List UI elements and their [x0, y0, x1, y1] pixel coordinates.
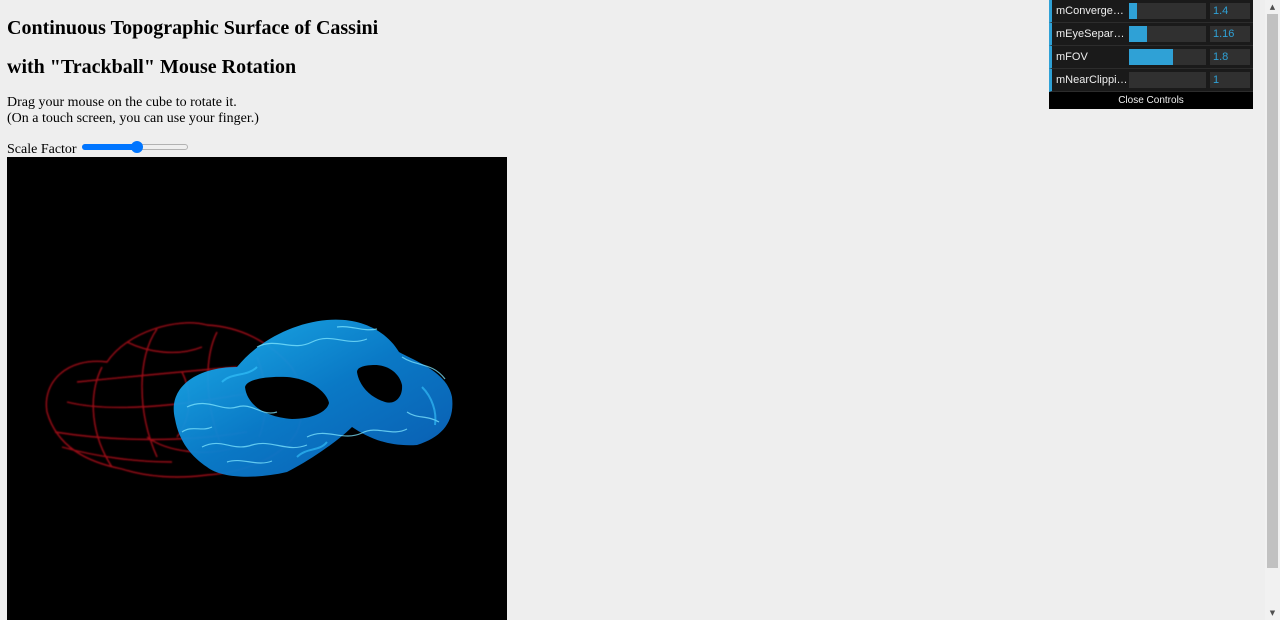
gui-label-convergence: mConvergence [1056, 5, 1128, 17]
stereo-surface-render [45, 319, 453, 478]
touch-instruction-text: (On a touch screen, you can use your fin… [7, 111, 259, 126]
gui-slider-fill [1129, 26, 1147, 42]
controls-panel: mConvergence mEyeSeparation mFOV mNearCl… [1049, 0, 1253, 109]
page-scrollbar[interactable]: ▲ ▼ [1265, 0, 1280, 620]
gui-slider-eye-separation[interactable] [1129, 26, 1206, 42]
gui-slider-fill [1129, 3, 1137, 19]
scrollbar-thumb[interactable] [1267, 14, 1278, 568]
gui-slider-fill [1129, 49, 1173, 65]
gui-input-near-clipping-distance[interactable] [1210, 72, 1250, 88]
scroll-up-arrow-icon[interactable]: ▲ [1265, 0, 1280, 14]
right-eye-surface [173, 319, 453, 477]
gui-row-near-clipping-distance: mNearClippingDistance [1049, 69, 1253, 92]
webgl-canvas[interactable] [7, 157, 507, 620]
scale-factor-slider-fill [81, 144, 137, 150]
instruction-text: Drag your mouse on the cube to rotate it… [7, 95, 237, 110]
gui-label-eye-separation: mEyeSeparation [1056, 28, 1128, 40]
scroll-down-arrow-icon[interactable]: ▼ [1265, 606, 1280, 620]
gui-slider-near-clipping-distance[interactable] [1129, 72, 1206, 88]
gui-row-fov: mFOV [1049, 46, 1253, 69]
scale-factor-slider-thumb[interactable] [130, 141, 143, 153]
gui-label-fov: mFOV [1056, 51, 1088, 63]
gui-row-convergence: mConvergence [1049, 0, 1253, 23]
gui-row-eye-separation: mEyeSeparation [1049, 23, 1253, 46]
gui-input-fov[interactable] [1210, 49, 1250, 65]
gui-slider-fov[interactable] [1129, 49, 1206, 65]
gui-label-near-clipping-distance: mNearClippingDistance [1056, 74, 1128, 86]
gui-input-eye-separation[interactable] [1210, 26, 1250, 42]
gui-slider-convergence[interactable] [1129, 3, 1206, 19]
page-title: Continuous Topographic Surface of Cassin… [7, 17, 379, 39]
gui-input-convergence[interactable] [1210, 3, 1250, 19]
close-controls-button[interactable]: Close Controls [1049, 92, 1253, 109]
page-subtitle: with "Trackball" Mouse Rotation [7, 56, 297, 78]
